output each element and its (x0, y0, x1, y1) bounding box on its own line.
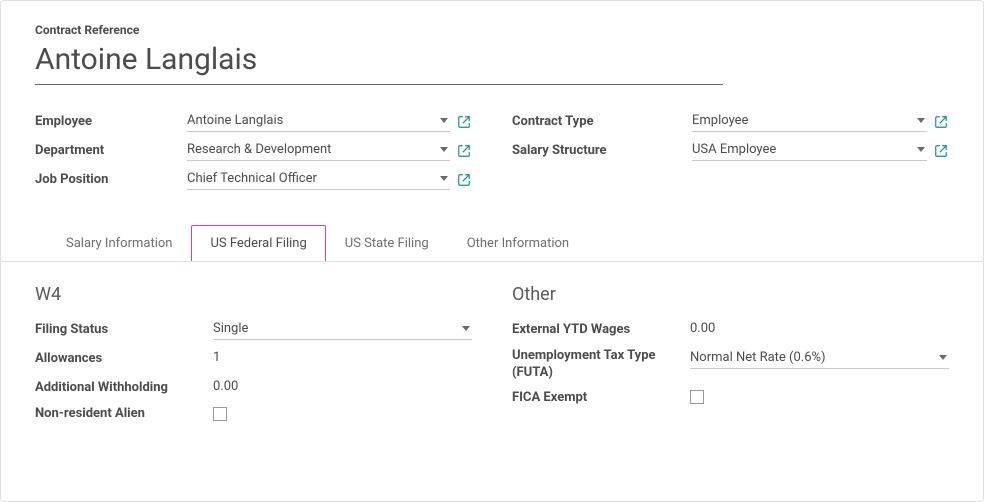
tab-salary-information[interactable]: Salary Information (47, 225, 191, 262)
employee-value-wrap: Antoine Langlais (187, 111, 472, 132)
salary-struct-label: Salary Structure (512, 143, 692, 158)
employee-row: Employee Antoine Langlais (35, 111, 472, 132)
job-value: Chief Technical Officer (187, 171, 317, 186)
external-link-icon[interactable] (933, 143, 949, 159)
tab-underline (1, 261, 983, 262)
caret-down-icon (939, 355, 947, 360)
department-select[interactable]: Research & Development (187, 140, 450, 161)
other-section: Other External YTD Wages 0.00 Unemployme… (512, 284, 949, 429)
tabs: Salary Information US Federal Filing US … (35, 224, 949, 261)
caret-down-icon (440, 147, 448, 152)
salary-struct-value: USA Employee (692, 142, 776, 157)
unemployment-select[interactable]: Normal Net Rate (0.6%) (690, 348, 949, 369)
left-column: Employee Antoine Langlais Department (35, 111, 472, 198)
nonresident-row: Non-resident Alien (35, 406, 472, 421)
fica-label: FICA Exempt (512, 390, 690, 405)
ext-ytd-row: External YTD Wages 0.00 (512, 319, 949, 340)
caret-down-icon (917, 118, 925, 123)
form-inner: Contract Reference Antoine Langlais Empl… (1, 1, 983, 439)
tab-us-federal-filing[interactable]: US Federal Filing (191, 225, 325, 262)
filing-status-value: Single (213, 321, 248, 336)
fica-row: FICA Exempt (512, 390, 949, 405)
nonresident-wrap (213, 407, 472, 421)
filing-status-wrap: Single (213, 319, 472, 340)
nonresident-label: Non-resident Alien (35, 406, 213, 421)
ext-ytd-label: External YTD Wages (512, 322, 690, 337)
tab-content: W4 Filing Status Single Allowances (35, 262, 949, 429)
department-value-wrap: Research & Development (187, 140, 472, 161)
fica-checkbox[interactable] (690, 390, 704, 404)
salary-struct-value-wrap: USA Employee (692, 140, 949, 161)
tab-other-information[interactable]: Other Information (448, 225, 588, 262)
nonresident-checkbox[interactable] (213, 407, 227, 421)
contract-title-input[interactable]: Antoine Langlais (35, 41, 723, 78)
allowances-row: Allowances 1 (35, 348, 472, 369)
job-value-wrap: Chief Technical Officer (187, 169, 472, 190)
additional-withholding-row: Additional Withholding 0.00 (35, 377, 472, 398)
department-value: Research & Development (187, 142, 331, 157)
additional-withholding-label: Additional Withholding (35, 380, 213, 395)
ext-ytd-input[interactable]: 0.00 (690, 319, 949, 340)
contract-type-value: Employee (692, 113, 748, 128)
department-label: Department (35, 143, 187, 158)
unemployment-row: Unemployment Tax Type (FUTA) Normal Net … (512, 348, 949, 382)
contract-type-value-wrap: Employee (692, 111, 949, 132)
title-row: Antoine Langlais (35, 41, 723, 85)
caret-down-icon (462, 326, 470, 331)
top-columns: Employee Antoine Langlais Department (35, 111, 949, 198)
additional-withholding-input[interactable]: 0.00 (213, 377, 472, 398)
external-link-icon[interactable] (456, 172, 472, 188)
fica-wrap (690, 390, 949, 404)
filing-status-row: Filing Status Single (35, 319, 472, 340)
filing-status-label: Filing Status (35, 322, 213, 337)
employee-value: Antoine Langlais (187, 113, 283, 128)
employee-label: Employee (35, 114, 187, 129)
contract-type-label: Contract Type (512, 114, 692, 129)
external-link-icon[interactable] (456, 114, 472, 130)
filing-status-select[interactable]: Single (213, 319, 472, 340)
contract-reference-label: Contract Reference (35, 23, 949, 37)
job-select[interactable]: Chief Technical Officer (187, 169, 450, 190)
right-column: Contract Type Employee Salary Structure (512, 111, 949, 198)
employee-select[interactable]: Antoine Langlais (187, 111, 450, 132)
additional-withholding-wrap: 0.00 (213, 377, 472, 398)
tab-us-state-filing[interactable]: US State Filing (326, 225, 448, 262)
caret-down-icon (440, 118, 448, 123)
other-title: Other (512, 284, 949, 305)
tabs-wrap: Salary Information US Federal Filing US … (35, 224, 949, 429)
w4-title: W4 (35, 284, 472, 305)
caret-down-icon (440, 176, 448, 181)
allowances-input[interactable]: 1 (213, 348, 472, 369)
contract-type-select[interactable]: Employee (692, 111, 927, 132)
unemployment-value: Normal Net Rate (0.6%) (690, 350, 826, 365)
unemployment-label: Unemployment Tax Type (FUTA) (512, 348, 690, 382)
contract-type-row: Contract Type Employee (512, 111, 949, 132)
salary-struct-select[interactable]: USA Employee (692, 140, 927, 161)
unemployment-wrap: Normal Net Rate (0.6%) (690, 348, 949, 369)
allowances-wrap: 1 (213, 348, 472, 369)
external-link-icon[interactable] (456, 143, 472, 159)
ext-ytd-wrap: 0.00 (690, 319, 949, 340)
allowances-label: Allowances (35, 351, 213, 366)
form-card: Contract Reference Antoine Langlais Empl… (0, 0, 984, 502)
w4-section: W4 Filing Status Single Allowances (35, 284, 472, 429)
salary-struct-row: Salary Structure USA Employee (512, 140, 949, 161)
department-row: Department Research & Development (35, 140, 472, 161)
job-label: Job Position (35, 172, 187, 187)
job-row: Job Position Chief Technical Officer (35, 169, 472, 190)
external-link-icon[interactable] (933, 114, 949, 130)
caret-down-icon (917, 147, 925, 152)
